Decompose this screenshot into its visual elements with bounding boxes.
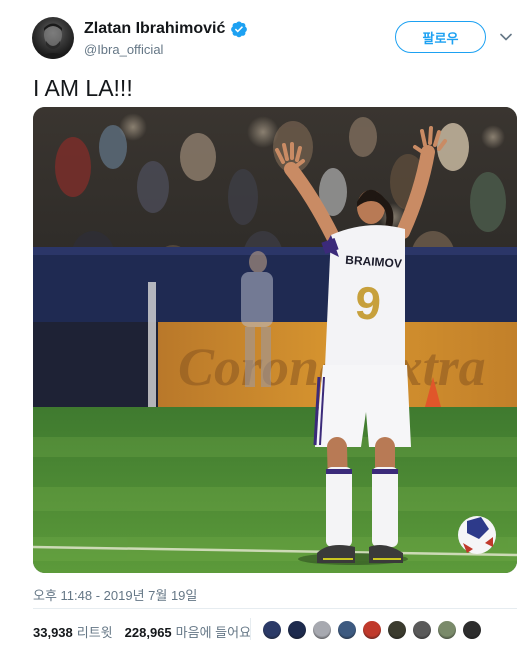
tweet-stats: 33,938 리트윗 228,965 마음에 들어요 bbox=[33, 622, 251, 641]
liker-avatar[interactable] bbox=[312, 620, 332, 640]
liker-avatar[interactable] bbox=[412, 620, 432, 640]
tweet-timestamp[interactable]: 오후 11:48 - 2019년 7월 19일 bbox=[33, 585, 197, 604]
liker-avatar[interactable] bbox=[437, 620, 457, 640]
follow-button[interactable]: 팔로우 bbox=[395, 21, 486, 53]
author-name-row[interactable]: Zlatan Ibrahimović bbox=[84, 19, 248, 39]
jersey-number: 9 bbox=[353, 276, 382, 330]
chevron-down-icon[interactable] bbox=[499, 30, 513, 44]
tweet-card: Zlatan Ibrahimović @Ibra_official 팔로우 I … bbox=[0, 0, 530, 647]
liker-avatar[interactable] bbox=[337, 620, 357, 640]
liker-avatars bbox=[262, 620, 487, 640]
like-count: 228,965 bbox=[124, 625, 172, 640]
like-label: 마음에 들어요 bbox=[175, 625, 252, 640]
retweet-stat[interactable]: 33,938 리트윗 bbox=[33, 622, 113, 641]
tweet-photo[interactable]: Corona Extra bbox=[33, 107, 517, 573]
tweet-text: I AM LA!!! bbox=[33, 75, 133, 101]
avatar[interactable] bbox=[32, 17, 74, 59]
liker-avatar[interactable] bbox=[262, 620, 282, 640]
liker-avatar[interactable] bbox=[287, 620, 307, 640]
divider bbox=[33, 608, 517, 609]
display-name[interactable]: Zlatan Ibrahimović bbox=[84, 20, 225, 38]
liker-avatar[interactable] bbox=[362, 620, 382, 640]
verified-badge-icon bbox=[230, 20, 248, 38]
liker-avatar[interactable] bbox=[387, 620, 407, 640]
retweet-label: 리트윗 bbox=[76, 625, 113, 640]
handle[interactable]: @Ibra_official bbox=[84, 42, 163, 57]
like-stat[interactable]: 228,965 마음에 들어요 bbox=[125, 622, 251, 641]
stats-separator bbox=[250, 618, 251, 640]
retweet-count: 33,938 bbox=[33, 625, 73, 640]
liker-avatar[interactable] bbox=[462, 620, 482, 640]
